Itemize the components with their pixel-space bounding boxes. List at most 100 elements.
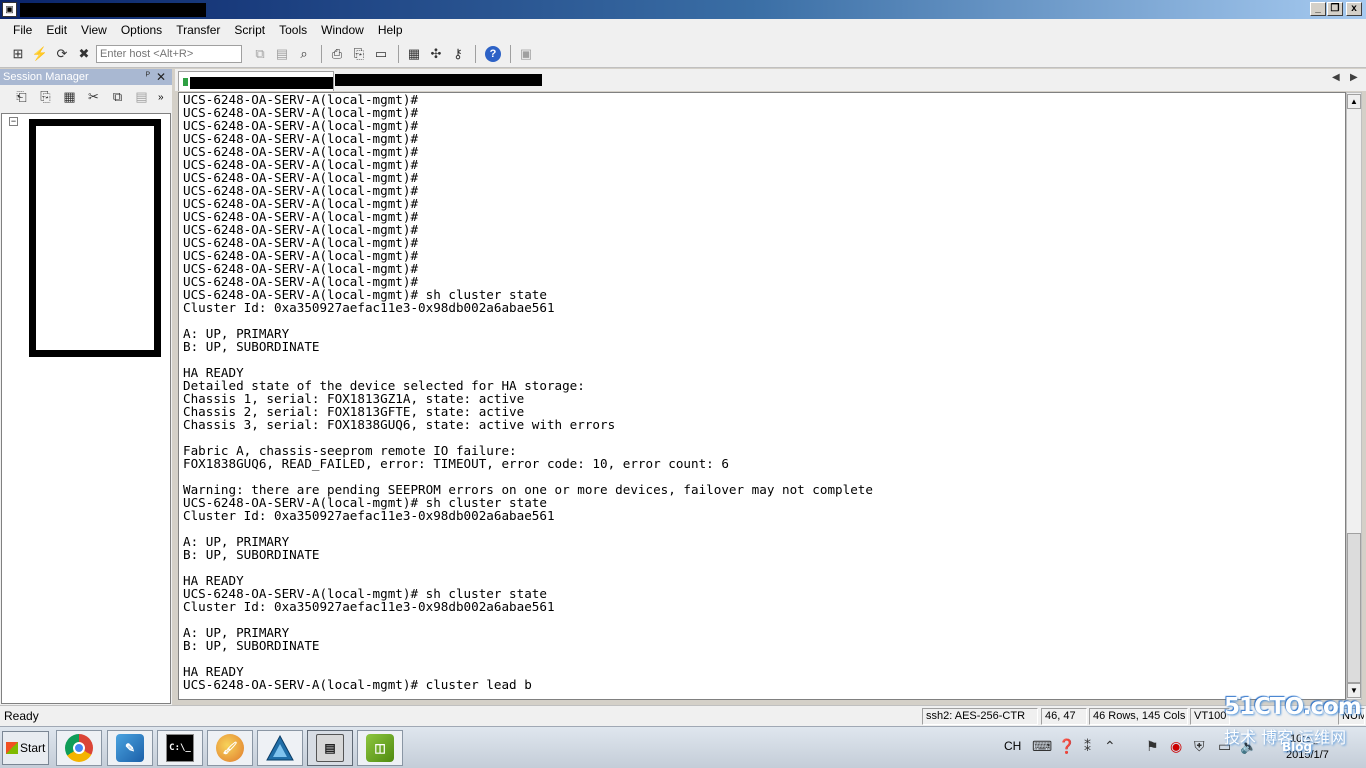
printer-icon[interactable]: ▭ xyxy=(371,44,391,64)
session-manager-title: Session Manager xyxy=(3,71,89,83)
help-tray-icon[interactable]: ❓ xyxy=(1058,738,1075,755)
chrome-icon xyxy=(65,734,93,762)
terminal-scrollbar[interactable]: ▲ ▼ xyxy=(1346,92,1362,700)
windows-taskbar: Start ✎ C:\_ 🖌 ▤ ◫ CH ⌨ ❓ ⁑ ⌃ ⚑ ◉ ⛨ ▭ 🔈 … xyxy=(0,726,1366,768)
scroll-thumb[interactable] xyxy=(1347,533,1361,683)
menu-options[interactable]: Options xyxy=(114,19,169,41)
minimize-button[interactable]: _ xyxy=(1310,2,1326,16)
menu-tools[interactable]: Tools xyxy=(272,19,314,41)
terminal-line: Chassis 3, serial: FOX1838GUQ6, state: a… xyxy=(183,417,616,432)
help-icon[interactable]: ? xyxy=(485,46,501,62)
taskbar-vsphere[interactable]: ◫ xyxy=(357,730,403,766)
menu-transfer[interactable]: Transfer xyxy=(169,19,227,41)
menu-help[interactable]: Help xyxy=(371,19,410,41)
connect-in-tab-icon[interactable]: ⟳ xyxy=(52,44,72,64)
vsphere-icon: ◫ xyxy=(366,734,394,762)
sftp-icon[interactable]: ▣ xyxy=(516,44,536,64)
session-tree[interactable]: − xyxy=(1,113,171,704)
paint-icon: 🖌 xyxy=(216,734,244,762)
menu-bar: File Edit View Options Transfer Script T… xyxy=(0,19,1366,41)
disconnect-icon[interactable]: ✖ xyxy=(74,44,94,64)
find-icon[interactable]: ⌕ xyxy=(294,44,314,64)
keyboard-icon[interactable]: ⌨ xyxy=(1032,738,1052,755)
host-input[interactable] xyxy=(96,45,242,63)
more-icon[interactable]: » xyxy=(158,92,164,103)
print-icon[interactable]: ⎙ xyxy=(327,44,347,64)
session-manager-header: Session Manager ᴾ ✕ xyxy=(0,69,172,85)
toolbar-separator xyxy=(398,45,399,63)
status-ready: Ready xyxy=(4,709,39,723)
tree-expander-icon[interactable]: − xyxy=(9,117,18,126)
triangle-app-icon xyxy=(266,734,294,762)
window-controls: _ ❐ x xyxy=(1310,2,1362,16)
show-hidden-icons[interactable]: ⌃ xyxy=(1104,738,1116,755)
redacted-session-list xyxy=(29,119,161,357)
paste-icon[interactable]: ▤ xyxy=(272,44,292,64)
menu-file[interactable]: File xyxy=(6,19,39,41)
properties-icon[interactable]: ▦ xyxy=(60,87,79,107)
watermark-logo: 51CTO.com xyxy=(1224,694,1362,720)
terminal-view[interactable]: UCS-6248-OA-SERV-A(local-mgmt)# UCS-6248-… xyxy=(178,92,1346,700)
session-tab[interactable] xyxy=(178,71,334,91)
cmd-icon: C:\_ xyxy=(166,734,194,762)
taskbar-network-app[interactable] xyxy=(257,730,303,766)
taskbar-securecrt[interactable]: ▤ xyxy=(307,730,353,766)
windows-logo-icon xyxy=(6,742,18,754)
connected-status-icon xyxy=(183,78,188,86)
new-session-icon[interactable]: ⎗ xyxy=(12,87,31,107)
flag-icon[interactable]: ⚑ xyxy=(1146,738,1159,755)
taskbar-cmd[interactable]: C:\_ xyxy=(157,730,203,766)
session-manager-panel: Session Manager ᴾ ✕ ⎗ ⎘ ▦ ✂ ⧉ ▤ » − xyxy=(0,69,172,705)
terminal-line: FOX1838GUQ6, READ_FAILED, error: TIMEOUT… xyxy=(183,456,729,471)
terminal-line: UCS-6248-OA-SERV-A(local-mgmt)# cluster … xyxy=(183,677,532,692)
quick-connect-icon[interactable]: ⚡ xyxy=(30,44,50,64)
terminal-line: B: UP, SUBORDINATE xyxy=(183,339,320,354)
session-options-icon[interactable]: ▦ xyxy=(404,44,424,64)
ime-icon[interactable]: ⁑ xyxy=(1084,738,1091,755)
terminal-output: UCS-6248-OA-SERV-A(local-mgmt)# UCS-6248-… xyxy=(183,93,873,691)
start-button[interactable]: Start xyxy=(2,731,49,765)
language-indicator[interactable]: CH xyxy=(1004,739,1021,753)
paste-session-icon[interactable]: ▤ xyxy=(132,87,151,107)
tab-next-icon[interactable]: ▶ xyxy=(1350,72,1358,83)
tab-prev-icon[interactable]: ◀ xyxy=(1332,72,1340,83)
cut-icon[interactable]: ✂ xyxy=(84,87,103,107)
redacted-title xyxy=(20,3,206,17)
close-button[interactable]: x xyxy=(1346,2,1362,16)
menu-view[interactable]: View xyxy=(74,19,114,41)
terminal-line: B: UP, SUBORDINATE xyxy=(183,547,320,562)
status-size: 46 Rows, 145 Cols xyxy=(1089,708,1188,725)
terminal-line: Cluster Id: 0xa350927aefac11e3-0x98db002… xyxy=(183,599,555,614)
session-manager-toolbar: ⎗ ⎘ ▦ ✂ ⧉ ▤ » xyxy=(0,85,172,109)
toolbar-separator xyxy=(475,45,476,63)
terminal-line: Cluster Id: 0xa350927aefac11e3-0x98db002… xyxy=(183,300,555,315)
copy-icon[interactable]: ⧉ xyxy=(250,44,270,64)
global-options-icon[interactable]: ✣ xyxy=(426,44,446,64)
scroll-up-icon[interactable]: ▲ xyxy=(1347,94,1361,109)
security-icon[interactable]: ⛨ xyxy=(1194,738,1205,755)
antivirus-icon[interactable]: ◉ xyxy=(1170,738,1182,755)
terminal-line: B: UP, SUBORDINATE xyxy=(183,638,320,653)
menu-edit[interactable]: Edit xyxy=(39,19,74,41)
taskbar-paint[interactable]: 🖌 xyxy=(207,730,253,766)
status-bar: Ready ssh2: AES-256-CTR 46, 47 46 Rows, … xyxy=(0,705,1366,726)
menu-script[interactable]: Script xyxy=(227,19,272,41)
pin-icon[interactable]: ᴾ xyxy=(146,69,150,85)
copy-session-icon[interactable]: ⧉ xyxy=(108,87,127,107)
title-bar: ▣ _ ❐ x xyxy=(0,0,1366,19)
toolbar: ⊞ ⚡ ⟳ ✖ ⧉ ▤ ⌕ ⎙ ⎘ ▭ ▦ ✣ ⚷ ? ▣ xyxy=(0,41,1366,68)
new-folder-icon[interactable]: ⎘ xyxy=(36,87,55,107)
taskbar-putty-app[interactable]: ✎ xyxy=(107,730,153,766)
app-icon[interactable]: ▣ xyxy=(2,2,17,17)
status-cursor-position: 46, 47 xyxy=(1041,708,1087,725)
keymap-icon[interactable]: ⚷ xyxy=(448,44,468,64)
menu-window[interactable]: Window xyxy=(314,19,371,41)
print-screen-icon[interactable]: ⎘ xyxy=(349,44,369,64)
connect-icon[interactable]: ⊞ xyxy=(8,44,28,64)
restore-button[interactable]: ❐ xyxy=(1327,2,1343,16)
taskbar-chrome[interactable] xyxy=(56,730,102,766)
session-manager-close-icon[interactable]: ✕ xyxy=(156,69,166,85)
draw-app-icon: ✎ xyxy=(116,734,144,762)
status-encryption: ssh2: AES-256-CTR xyxy=(922,708,1038,725)
